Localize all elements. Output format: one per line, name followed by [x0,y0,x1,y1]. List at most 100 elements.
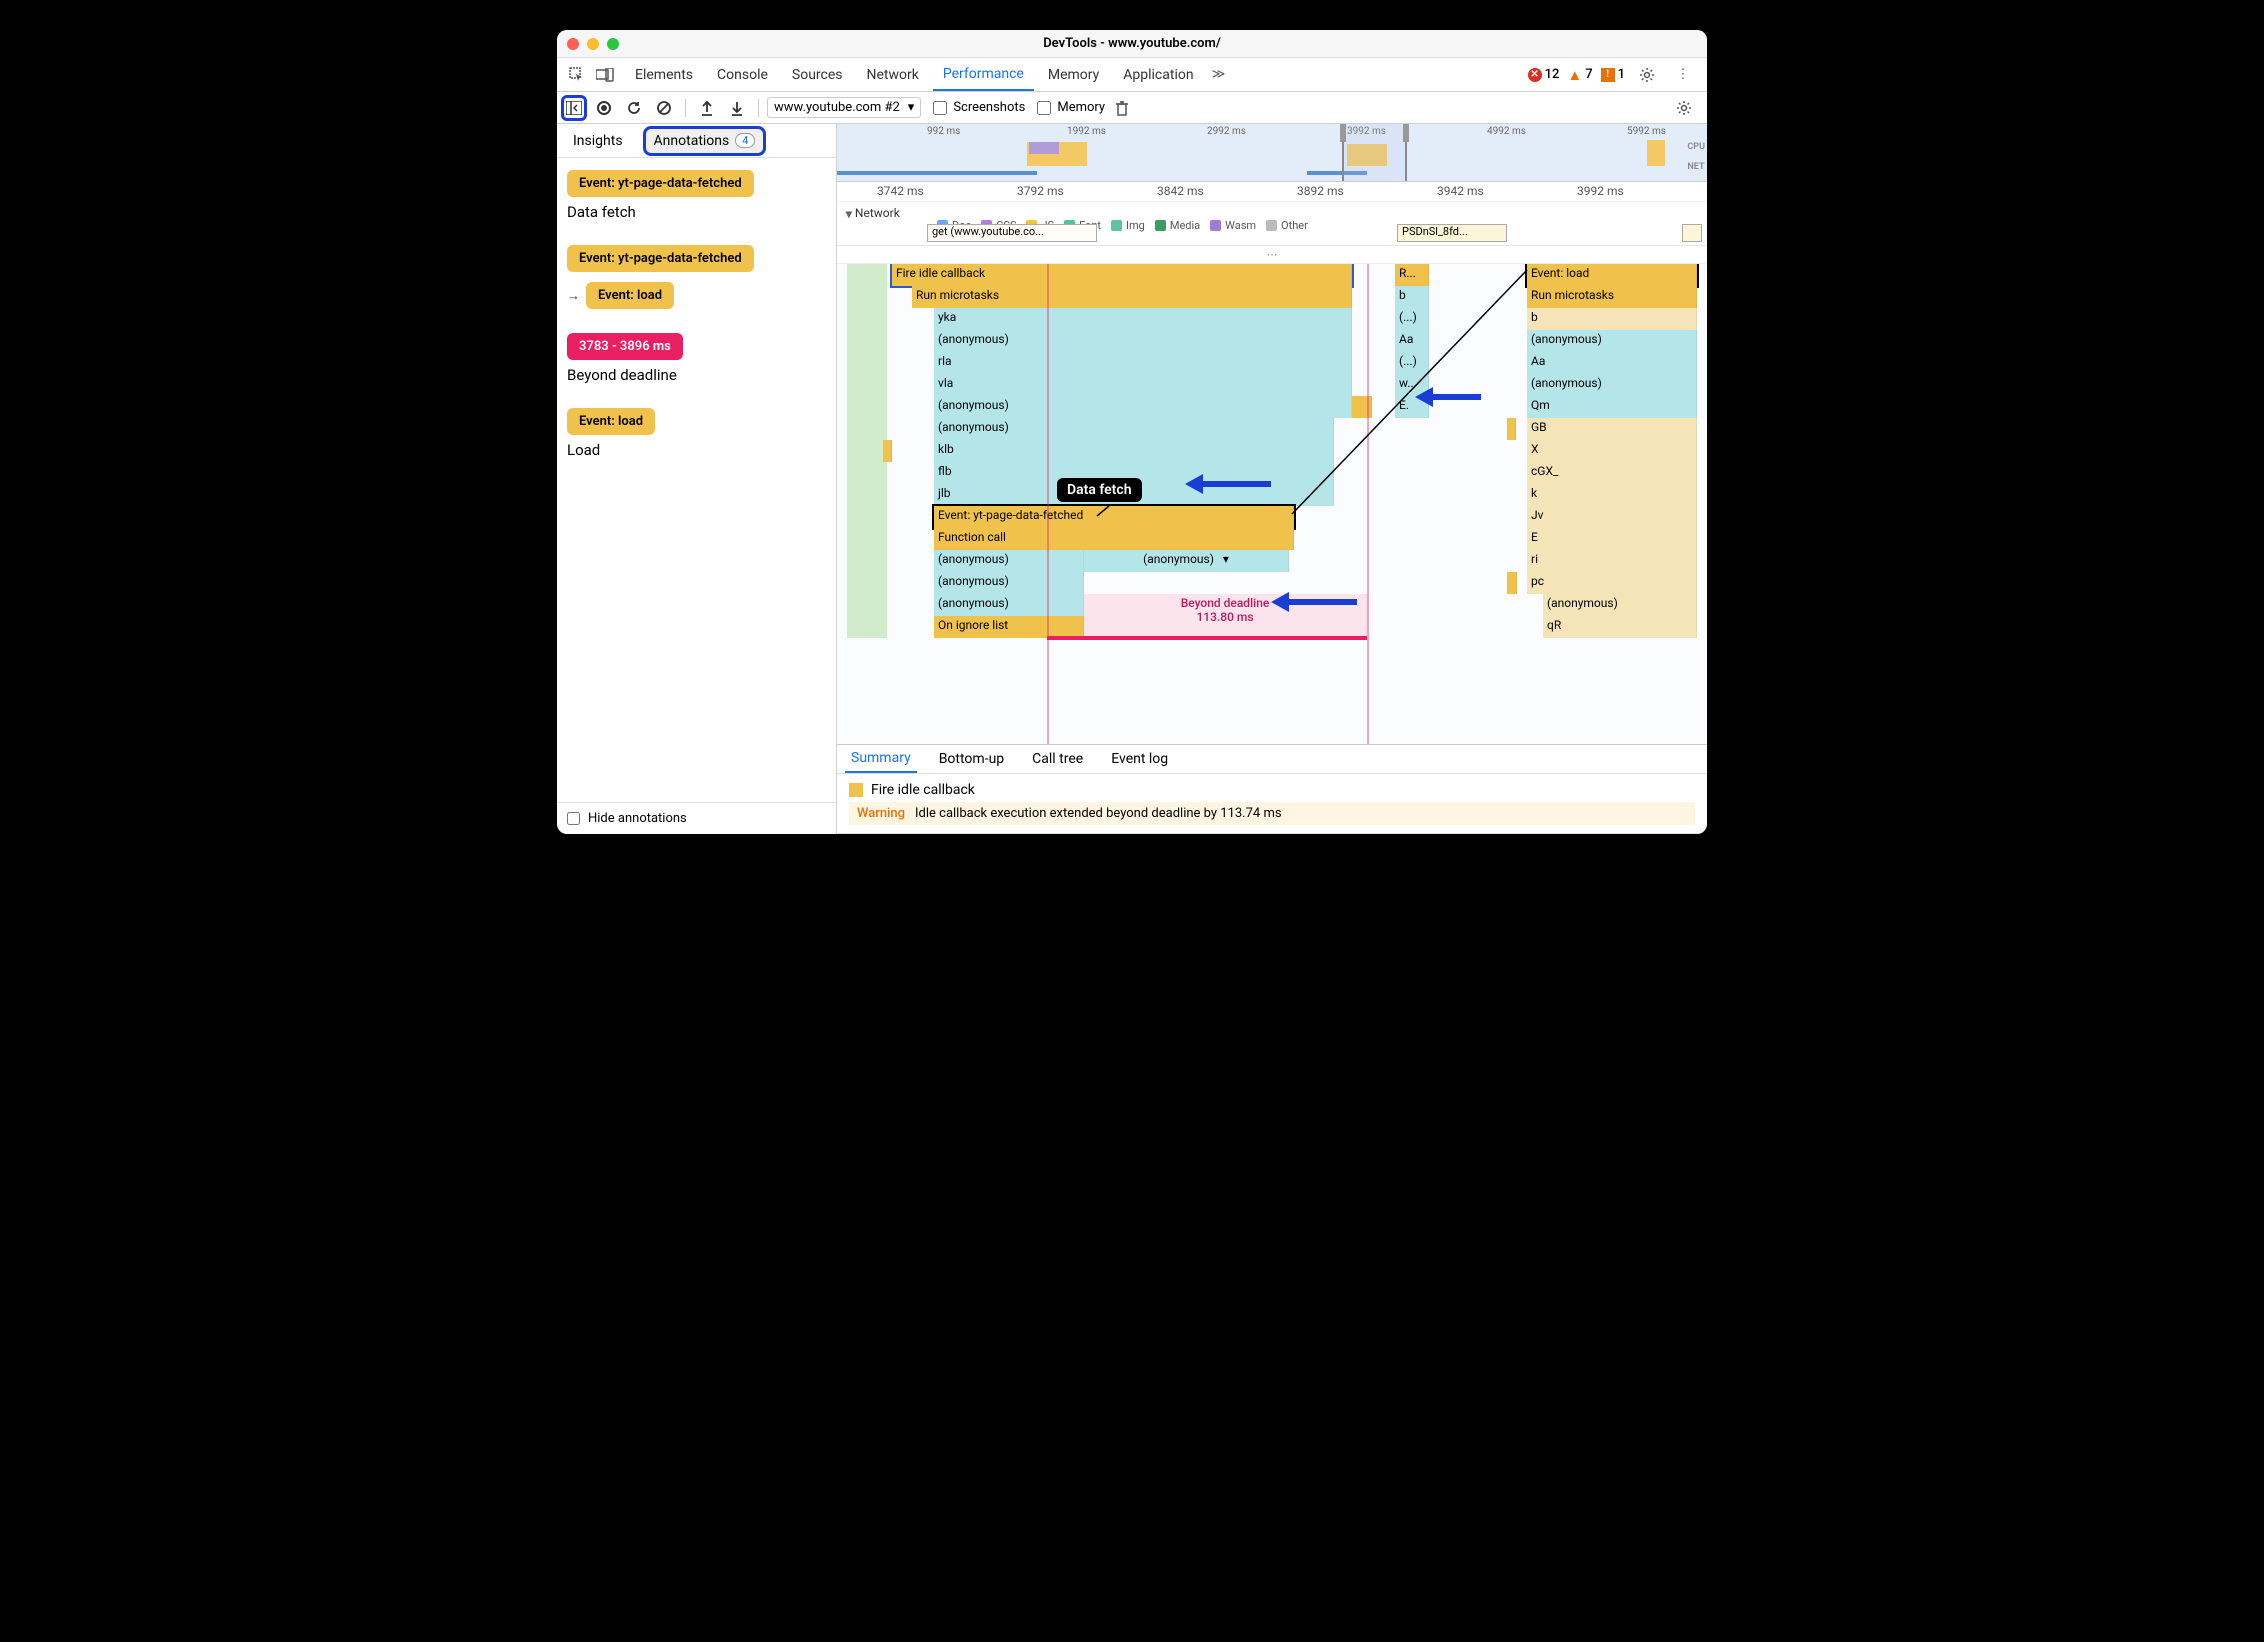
arrow-icon: → [567,288,580,304]
flame-chart[interactable]: Fire idle callbackRun microtasksyka(anon… [837,264,1707,744]
detail-tab-calltree[interactable]: Call tree [1026,745,1089,773]
sidebar-footer: Hide annotations [557,802,836,834]
flame-bar[interactable]: Aa [1527,352,1697,374]
flame-bar[interactable]: (anonymous) ▾ [1084,550,1289,572]
error-badge[interactable]: ✕12 [1528,67,1560,82]
flame-bar[interactable]: E [1527,528,1697,550]
dropdown-icon: ▾ [908,100,915,115]
clear-button[interactable] [651,95,677,121]
flame-bar[interactable]: klb [934,440,1334,462]
recording-select[interactable]: www.youtube.com #2 ▾ [767,97,921,118]
flame-bar[interactable]: GB [1527,418,1697,440]
settings-icon[interactable] [1633,67,1661,83]
reload-button[interactable] [621,95,647,121]
issue-badge[interactable]: !1 [1601,67,1625,82]
flame-bar[interactable]: (anonymous) [934,594,1084,616]
flame-bar[interactable]: cGX_ [1527,462,1697,484]
tab-application[interactable]: Application [1113,58,1203,91]
network-request[interactable] [1682,224,1702,242]
flame-bar[interactable]: Run microtasks [912,286,1352,308]
record-button[interactable] [591,95,617,121]
flame-bar[interactable]: ri [1527,550,1697,572]
flame-bar[interactable]: On ignore list [934,616,1084,638]
detail-tab-summary[interactable]: Summary [845,745,917,773]
panel-tabs: Elements Console Sources Network Perform… [625,58,1204,91]
flame-bar[interactable]: pc [1527,572,1697,594]
flame-bar[interactable]: (anonymous) [934,418,1334,440]
flame-bar[interactable]: Event: yt-page-data-fetched [934,506,1294,528]
flame-bar[interactable]: Jv [1527,506,1697,528]
flame-bar[interactable]: (anonymous) [1527,330,1697,352]
tab-console[interactable]: Console [707,58,778,91]
flame-bar[interactable]: R... [1395,264,1429,286]
inspect-icon[interactable] [563,58,591,91]
network-request[interactable]: PSDnSl_8fd... [1397,224,1507,242]
flame-bar[interactable]: qR [1543,616,1697,638]
main-area: Insights Annotations 4 Event: yt-page-da… [557,124,1707,834]
annotation-item[interactable]: Event: yt-page-data-fetched → Event: loa… [567,245,826,309]
kebab-icon[interactable]: ⋮ [1669,67,1697,82]
flame-bar[interactable]: Fire idle callback [892,264,1352,286]
annotations-list: Event: yt-page-data-fetched Data fetch E… [557,158,836,802]
sidebar-tab-annotations[interactable]: Annotations 4 [643,126,767,156]
tab-sources[interactable]: Sources [782,58,853,91]
flame-bar[interactable]: (anonymous) [934,330,1352,352]
annotation-item[interactable]: Event: yt-page-data-fetched Data fetch [567,170,826,221]
network-request[interactable]: get (www.youtube.co... [927,224,1097,242]
event-color-swatch [849,783,863,797]
flame-bar[interactable]: (...) [1395,308,1429,330]
tab-elements[interactable]: Elements [625,58,703,91]
trash-icon[interactable] [1109,95,1135,121]
annotation-item[interactable]: 3783 - 3896 ms Beyond deadline [567,333,826,384]
flame-bar[interactable]: Aa [1395,330,1429,352]
devtools-window: DevTools - www.youtube.com/ Elements Con… [557,30,1707,834]
flame-bar[interactable]: k [1527,484,1697,506]
detail-tab-eventlog[interactable]: Event log [1105,745,1174,773]
timeline-overview[interactable]: 992 ms 1992 ms 2992 ms 3992 ms 4992 ms 5… [837,124,1707,182]
flame-bar[interactable]: (anonymous) [934,550,1084,572]
tab-network[interactable]: Network [857,58,929,91]
flame-bar[interactable]: (anonymous) [1527,374,1697,396]
perf-settings-icon[interactable] [1671,95,1697,121]
toggle-sidebar-button[interactable] [561,95,587,121]
maximize-icon[interactable] [607,38,619,50]
flame-bar[interactable]: b [1527,308,1697,330]
window-title: DevTools - www.youtube.com/ [1043,36,1221,51]
hide-annotations-checkbox[interactable] [567,812,580,825]
upload-button[interactable] [694,95,720,121]
more-tabs-icon[interactable]: ≫ [1204,58,1234,91]
annotation-item[interactable]: Event: load Load [567,408,826,459]
flame-bar[interactable]: Run microtasks [1527,286,1697,308]
flame-bar[interactable]: Qm [1527,396,1697,418]
flame-bar[interactable]: vla [934,374,1352,396]
sidebar-tabs: Insights Annotations 4 [557,124,836,158]
close-icon[interactable] [567,38,579,50]
memory-checkbox[interactable]: Memory [1037,100,1105,115]
flame-bar[interactable]: (anonymous) [934,572,1084,594]
minimize-icon[interactable] [587,38,599,50]
download-button[interactable] [724,95,750,121]
device-icon[interactable] [591,58,619,91]
flame-bar[interactable]: Function call [934,528,1294,550]
titlebar: DevTools - www.youtube.com/ [557,30,1707,58]
flame-bar[interactable]: yka [934,308,1352,330]
flame-bar[interactable]: Event: load [1527,264,1697,286]
sidebar-tab-insights[interactable]: Insights [565,129,631,153]
perf-toolbar: www.youtube.com #2 ▾ Screenshots Memory [557,92,1707,124]
tab-memory[interactable]: Memory [1038,58,1109,91]
flame-bar[interactable]: (...) [1395,352,1429,374]
flame-bar[interactable]: (anonymous) [1543,594,1697,616]
flame-bar[interactable]: rla [934,352,1352,374]
flame-bar[interactable]: b [1395,286,1429,308]
screenshots-checkbox[interactable]: Screenshots [933,100,1025,115]
flame-bar[interactable]: (anonymous) [934,396,1352,418]
tab-performance[interactable]: Performance [933,58,1034,91]
network-track[interactable]: Network Doc CSS JS Font Img Media Wasm O… [837,202,1707,246]
detail-tab-bottomup[interactable]: Bottom-up [933,745,1010,773]
time-ruler: 3742 ms 3792 ms 3842 ms 3892 ms 3942 ms … [837,182,1707,202]
warning-badge[interactable]: ▲7 [1567,66,1592,84]
panel-tabs-bar: Elements Console Sources Network Perform… [557,58,1707,92]
traffic-lights [567,38,619,50]
detail-tabs: Summary Bottom-up Call tree Event log [837,744,1707,774]
flame-bar[interactable]: X [1527,440,1697,462]
